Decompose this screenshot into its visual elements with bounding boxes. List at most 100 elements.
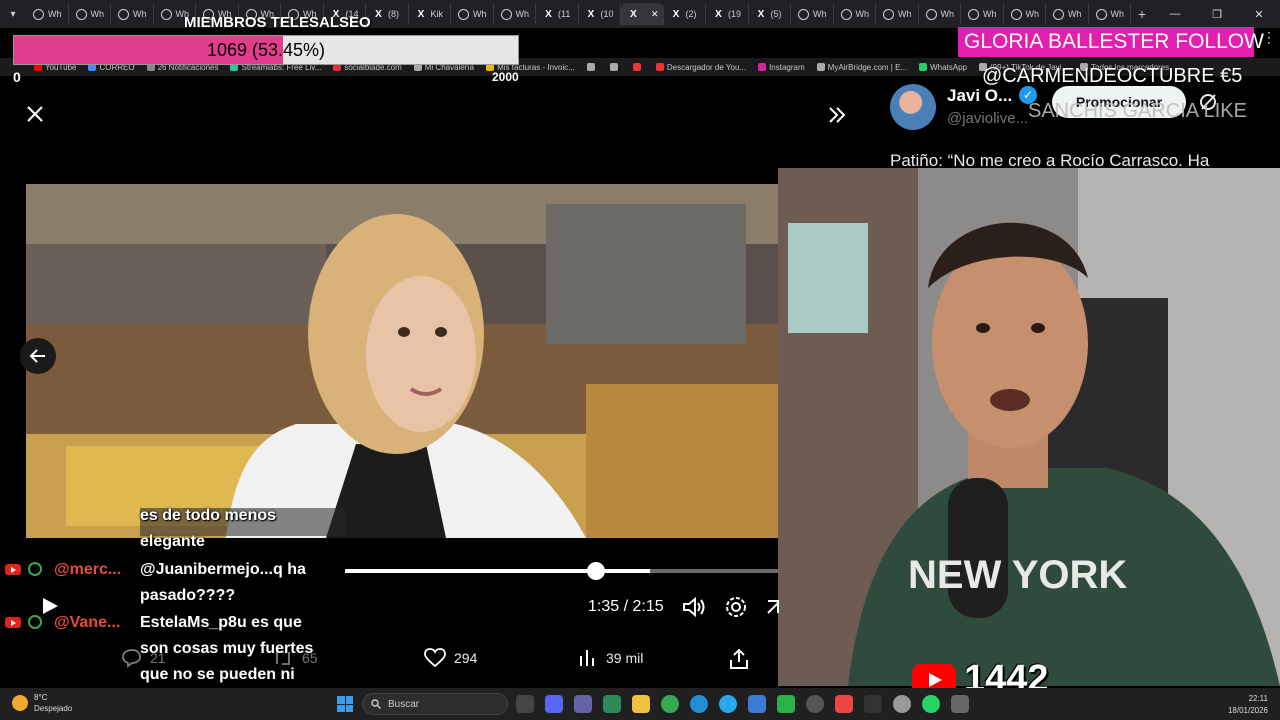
windows-start-icon[interactable] [337, 696, 353, 712]
browser-tab[interactable]: X Kik [409, 3, 451, 25]
browser-tab[interactable]: Wh [494, 3, 536, 25]
previous-media-button[interactable] [20, 338, 56, 374]
teams-icon[interactable] [574, 695, 592, 713]
bookmark-item[interactable]: Descargador de You... [655, 62, 747, 72]
bookmark-item[interactable] [586, 63, 598, 71]
store-icon[interactable] [603, 695, 621, 713]
browser-tab[interactable]: Wh [1046, 3, 1089, 25]
browser-tab[interactable]: Wh [834, 3, 876, 25]
bookmark-item[interactable]: WhatsApp [919, 63, 967, 72]
app-icon[interactable] [835, 695, 853, 713]
x-logo-icon: X [375, 8, 382, 20]
tab-label: (19 [728, 9, 742, 19]
new-tab-button[interactable]: + [1131, 6, 1153, 22]
browser-tab[interactable]: Wh [26, 3, 69, 25]
browser-tab[interactable]: Wh [791, 3, 834, 25]
discord-icon[interactable] [545, 695, 563, 713]
bookmark-label: Descargador de You... [666, 62, 747, 72]
author-name[interactable]: Javi O... [947, 86, 1012, 106]
search-placeholder: Buscar [388, 698, 420, 710]
video-progress-bar[interactable] [345, 569, 778, 573]
browser-tab[interactable]: X (19 [706, 3, 749, 25]
share-button[interactable] [728, 648, 750, 670]
browser-tab[interactable]: Wh [919, 3, 961, 25]
minimize-icon[interactable]: — [1154, 8, 1196, 20]
app-icon[interactable] [951, 695, 969, 713]
whatsapp-icon[interactable] [922, 695, 940, 713]
x-logo-icon: X [545, 8, 552, 20]
fullscreen-icon[interactable] [766, 597, 780, 617]
file-explorer-icon[interactable] [632, 695, 650, 713]
x-logo-icon: X [757, 8, 765, 20]
browser-tab[interactable]: Wh [111, 3, 154, 25]
task-view-icon[interactable] [516, 695, 534, 713]
reply-button[interactable]: 21 [120, 648, 166, 668]
members-goal-text: 1069 (53.45%) [206, 39, 326, 60]
browser-tab[interactable]: Wh [961, 3, 1004, 25]
globe-icon [840, 8, 852, 20]
views-button[interactable]: 39 mil [578, 648, 643, 668]
chat-line: es de todo menos [140, 507, 277, 524]
edge-icon[interactable] [690, 695, 708, 713]
browser-tab[interactable]: Wh [451, 3, 494, 25]
obs-icon[interactable] [806, 695, 824, 713]
bar-chart-icon [580, 650, 594, 666]
video-scrubber-handle[interactable] [587, 562, 605, 580]
app-icon[interactable] [864, 695, 882, 713]
globe-icon [1010, 8, 1022, 20]
system-clock[interactable]: 22:11 18/01/2026 [1228, 693, 1268, 717]
play-icon[interactable] [40, 596, 60, 616]
app-icon[interactable] [748, 695, 766, 713]
weather-temp: 8°C [34, 693, 48, 702]
tab-label: Wh [48, 9, 62, 19]
bookmark-item[interactable]: Instagram [758, 63, 805, 72]
app-icon[interactable] [893, 695, 911, 713]
volume-icon[interactable] [682, 596, 706, 618]
tab-label: Wh [1068, 9, 1082, 19]
green-app-icon[interactable] [777, 695, 795, 713]
tab-label: Wh [90, 9, 105, 19]
video-frame[interactable] [26, 184, 778, 538]
globe-icon [33, 8, 44, 20]
restore-icon[interactable]: ❐ [1196, 8, 1238, 21]
browser-tab[interactable]: Wh [1089, 3, 1131, 25]
browser-tab[interactable]: X (2) [664, 3, 706, 25]
settings-gear-icon[interactable] [724, 595, 748, 619]
browser-tab[interactable]: Wh [69, 3, 111, 25]
browser-tab[interactable]: X (8) [366, 3, 409, 25]
close-window-icon[interactable]: ✕ [1238, 8, 1280, 21]
browser-tab[interactable]: Wh [876, 3, 919, 25]
tab-search-icon[interactable]: ▾ [0, 0, 26, 28]
chat-message: @Juanibermejo...q ha [140, 561, 306, 578]
video-time: 1:35 / 2:15 [588, 598, 664, 615]
taskbar-search[interactable]: Buscar [362, 693, 508, 715]
repost-icon [276, 651, 290, 665]
tab-label: Wh [855, 9, 870, 19]
bookmark-icon [632, 63, 641, 71]
close-tab-icon[interactable]: ✕ [651, 9, 659, 20]
globe-icon [500, 8, 512, 20]
telegram-icon[interactable] [719, 695, 737, 713]
more-options-icon[interactable]: ⋮ [1262, 30, 1276, 50]
bookmark-item[interactable] [609, 63, 621, 71]
browser-tab[interactable]: X (5) [749, 3, 791, 25]
bookmark-item[interactable]: MyAirBridge.com | E... [816, 63, 907, 72]
repost-count: 65 [302, 650, 318, 666]
bookmark-item[interactable] [632, 63, 644, 71]
browser-tab[interactable]: Wh [1004, 3, 1046, 25]
close-icon[interactable] [24, 103, 46, 125]
windows-taskbar: 8°C Despejado Buscar 22:11 18/01/2026 [0, 688, 1280, 720]
author-avatar[interactable] [890, 84, 936, 130]
browser-tab[interactable]: X (11 [536, 3, 579, 25]
members-goal-title: MIEMBROS TELESALSEO [184, 14, 371, 31]
browser-tab[interactable]: X (10 [579, 3, 621, 25]
chat-line: elegante [140, 533, 205, 550]
chrome-icon[interactable] [661, 695, 679, 713]
taskbar-apps [516, 695, 969, 713]
expand-panel-icon[interactable] [826, 104, 848, 126]
repost-button[interactable]: 65 [272, 648, 318, 668]
browser-tab[interactable]: X ✕ [621, 3, 664, 25]
like-button[interactable]: 294 [424, 648, 477, 668]
author-handle[interactable]: @javiolive... [947, 110, 1028, 127]
weather-widget[interactable]: 8°C Despejado [12, 692, 72, 714]
